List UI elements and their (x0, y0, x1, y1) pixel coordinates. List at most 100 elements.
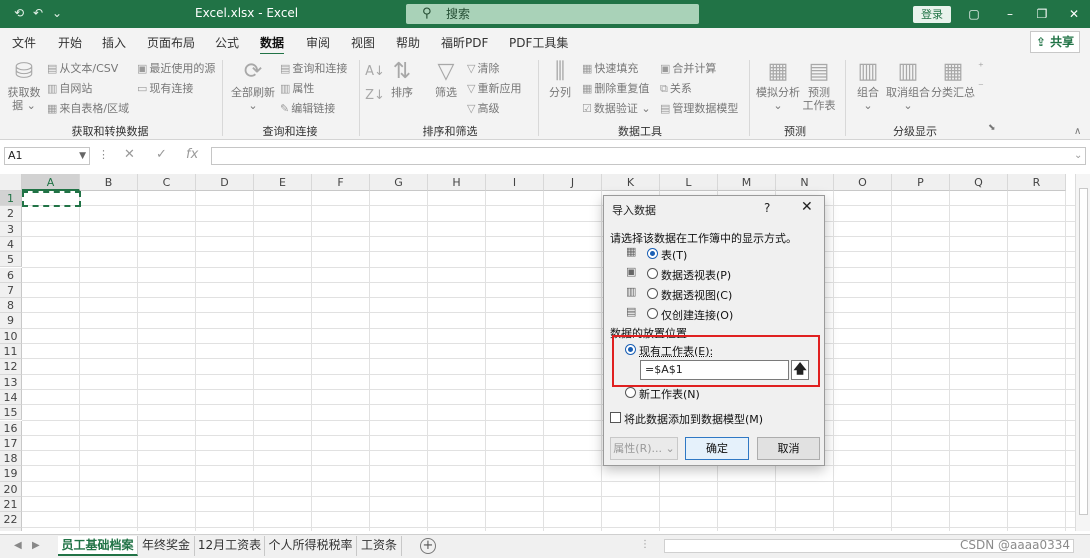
scrollbar-thumb[interactable] (1079, 188, 1088, 515)
tab-formulas[interactable]: 公式 (215, 34, 239, 51)
manage-data-model-button[interactable]: ▤ 管理数据模型 (660, 100, 738, 116)
radio-new-sheet[interactable] (625, 387, 636, 398)
new-sheet-label[interactable]: 新工作表(N) (639, 386, 700, 402)
expand-formula-icon[interactable]: ⌄ (1074, 150, 1082, 161)
autosave-icon[interactable]: ⟲ (14, 6, 24, 20)
text-to-columns-button[interactable]: ⫼ 分列 (545, 60, 575, 100)
show-detail-button[interactable]: ⁺ (978, 60, 986, 73)
clear-button[interactable]: ▽ 清除 (467, 60, 499, 76)
refresh-all-button[interactable]: ⟳ 全部刷新 ⌄ (230, 60, 276, 113)
option-pivot-chart-label[interactable]: 数据透视图(C) (661, 287, 732, 303)
filter-button[interactable]: ▽ 筛选 (432, 60, 460, 100)
select-all-corner[interactable] (0, 174, 22, 191)
close-window-button[interactable]: ✕ (1064, 5, 1084, 23)
collapse-dialog-arrow-icon[interactable]: 🡅 (791, 360, 809, 380)
column-header[interactable]: P (892, 174, 950, 191)
edit-links-button[interactable]: ✎ 编辑链接 (280, 100, 335, 116)
flash-fill-button[interactable]: ▦ 快速填充 (582, 60, 638, 76)
properties-button[interactable]: ▥ 属性 (280, 80, 314, 96)
customize-quick-access-icon[interactable]: ⌄ (52, 6, 62, 20)
consolidate-button[interactable]: ▣ 合并计算 (660, 60, 716, 76)
row-header[interactable]: 10 (0, 328, 22, 344)
help-icon[interactable]: ? (764, 201, 770, 215)
sheet-tab-income-tax-rates[interactable]: 个人所得税税率 (265, 536, 357, 556)
undo-icon[interactable]: ↶ (33, 6, 43, 20)
add-to-data-model-label[interactable]: 将此数据添加到数据模型(M) (624, 411, 763, 427)
worksheet-grid[interactable]: A B C D E F G H I J K L M N O P Q R 1 2 3 4 5 6 7 8 9 10 11 12 13 14 15 1… (0, 174, 1075, 531)
column-header[interactable]: N (776, 174, 834, 191)
subtotal-button[interactable]: ▦ 分类汇总 (931, 60, 975, 100)
vertical-scrollbar[interactable] (1075, 174, 1090, 531)
tab-foxit-pdf[interactable]: 福昕PDF (441, 34, 488, 51)
tab-file[interactable]: 文件 (12, 34, 36, 51)
insert-function-icon[interactable]: fx (186, 147, 198, 162)
tab-insert[interactable]: 插入 (102, 34, 126, 51)
chevron-down-icon[interactable]: ▼ (79, 148, 86, 164)
radio-pivot-table[interactable] (647, 268, 658, 279)
column-header[interactable]: L (660, 174, 718, 191)
row-header[interactable]: 23 (0, 527, 22, 531)
formula-input[interactable] (211, 147, 1086, 165)
column-header[interactable]: F (312, 174, 370, 191)
row-header[interactable]: 2 (0, 206, 22, 222)
enter-icon[interactable]: ✓ (156, 147, 167, 162)
row-header[interactable]: 21 (0, 497, 22, 513)
column-header[interactable]: M (718, 174, 776, 191)
tab-view[interactable]: 视图 (351, 34, 375, 51)
column-header[interactable]: C (138, 174, 196, 191)
column-header[interactable]: K (602, 174, 660, 191)
add-sheet-button[interactable]: + (420, 538, 436, 554)
row-header[interactable]: 16 (0, 420, 22, 436)
row-header[interactable]: 3 (0, 221, 22, 237)
forecast-sheet-button[interactable]: ▤ 预测 工作表 (802, 60, 836, 113)
tab-review[interactable]: 审阅 (306, 34, 330, 51)
row-header[interactable]: 9 (0, 313, 22, 329)
reapply-button[interactable]: ▽ 重新应用 (467, 80, 521, 96)
column-header[interactable]: D (196, 174, 254, 191)
option-connection-only-label[interactable]: 仅创建连接(O) (661, 307, 733, 323)
add-to-data-model-checkbox[interactable] (610, 412, 621, 423)
relationships-button[interactable]: ⧉ 关系 (660, 80, 692, 96)
column-header[interactable]: E (254, 174, 312, 191)
existing-connections-button[interactable]: ▭ 现有连接 (137, 80, 193, 96)
row-header[interactable]: 1 (0, 191, 22, 207)
column-header[interactable]: H (428, 174, 486, 191)
column-header[interactable]: I (486, 174, 544, 191)
row-header[interactable]: 14 (0, 389, 22, 406)
row-header[interactable]: 18 (0, 451, 22, 467)
get-data-button[interactable]: ⛁ 获取数 据 ⌄ (6, 60, 42, 113)
cancel-button[interactable]: 取消 (757, 437, 820, 460)
cell-reference-input[interactable]: =$A$1 (640, 360, 789, 380)
tab-help[interactable]: 帮助 (396, 34, 420, 51)
radio-connection-only[interactable] (647, 308, 658, 319)
row-header[interactable]: 15 (0, 405, 22, 421)
ok-button[interactable]: 确定 (685, 437, 749, 460)
tab-data[interactable]: 数据 (260, 34, 285, 56)
share-button[interactable]: ⇪ 共享 (1030, 31, 1080, 53)
option-pivot-table-label[interactable]: 数据透视表(P) (661, 267, 731, 283)
queries-connections-button[interactable]: ▤ 查询和连接 (280, 60, 347, 76)
restore-button[interactable]: ❐ (1032, 5, 1052, 23)
radio-table[interactable] (647, 248, 658, 259)
from-web-button[interactable]: ▥ 自网站 (47, 80, 92, 96)
sheet-tab-employee-records[interactable]: 员工基础档案 (58, 536, 138, 556)
ribbon-display-icon[interactable]: ▢ (964, 5, 984, 23)
row-header[interactable]: 12 (0, 359, 22, 375)
data-validation-button[interactable]: ☑ 数据验证 ⌄ (582, 100, 651, 116)
row-header[interactable]: 13 (0, 374, 22, 390)
search-box[interactable]: ⚲ 搜索 (406, 4, 699, 24)
what-if-analysis-button[interactable]: ▦ 模拟分析 ⌄ (756, 60, 800, 113)
row-header[interactable]: 20 (0, 481, 22, 497)
group-button[interactable]: ▥ 组合 ⌄ (853, 60, 883, 113)
row-header[interactable]: 11 (0, 344, 22, 360)
from-text-csv-button[interactable]: ▤ 从文本/CSV (47, 60, 118, 76)
column-header[interactable]: G (370, 174, 428, 191)
column-header[interactable]: A (22, 174, 80, 191)
recent-sources-button[interactable]: ▣ 最近使用的源 (137, 60, 215, 76)
name-box[interactable]: A1 ▼ (4, 147, 90, 165)
row-header[interactable]: 4 (0, 236, 22, 253)
column-header[interactable]: Q (950, 174, 1008, 191)
row-header[interactable]: 19 (0, 466, 22, 482)
row-header[interactable]: 8 (0, 298, 22, 314)
next-sheet-icon[interactable]: ▶ (32, 540, 40, 551)
